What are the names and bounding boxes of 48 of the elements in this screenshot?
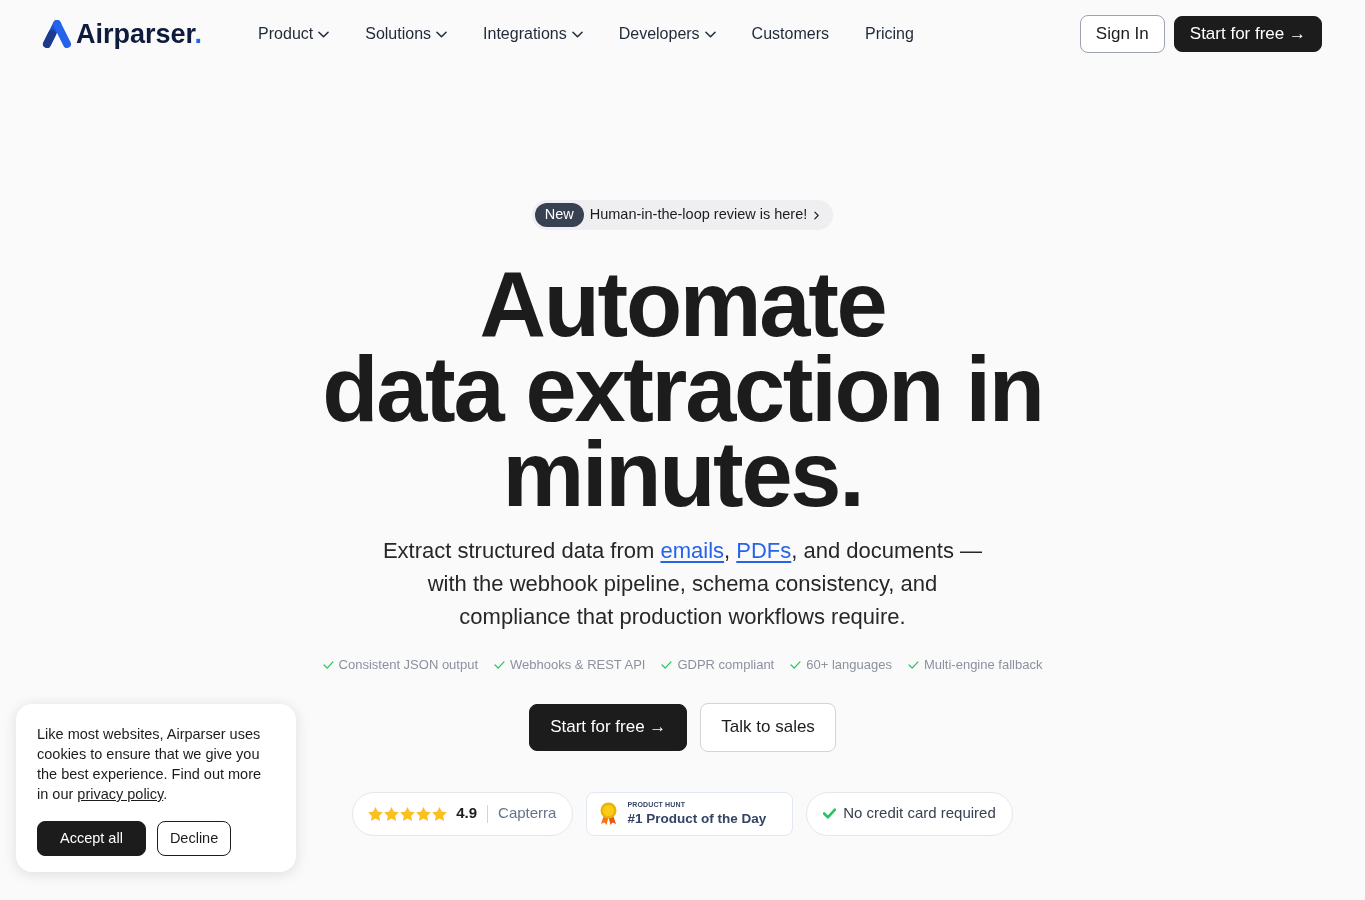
feature-label: 60+ languages (806, 656, 892, 674)
star-icon (432, 806, 448, 821)
accept-button[interactable]: Accept all (37, 821, 146, 856)
star-icon (400, 806, 416, 821)
check-icon (907, 660, 919, 669)
star-icon (384, 806, 400, 821)
logo-icon[interactable] (42, 20, 72, 48)
talk-to-sales-button[interactable]: Talk to sales (700, 702, 836, 752)
hero-headline: Automate data extraction in minutes. (322, 262, 1043, 517)
chevron-down-icon (571, 30, 583, 38)
start-free-button[interactable]: Start for free → (529, 703, 688, 751)
chevron-right-icon (814, 210, 820, 220)
nav-link[interactable]: Pricing (864, 22, 914, 46)
check-icon (661, 660, 673, 669)
text-link[interactable]: emails (660, 538, 725, 563)
sign-in-button[interactable]: Sign In (1079, 15, 1165, 53)
new-badge: New (534, 203, 584, 227)
check-icon (494, 660, 506, 669)
feature-label: Consistent JSON output (338, 656, 479, 674)
badge-text: No credit card required (843, 803, 996, 824)
nav-link[interactable]: Integrations (483, 22, 583, 46)
announcement-link[interactable]: New Human-in-the-loop review is here! (531, 200, 834, 230)
chevron-down-icon (704, 30, 716, 38)
cookie-message: Like most websites, Airparser uses cookies to ensure that we give you the best experience. Find out more in our privacy policy. (37, 725, 263, 804)
rating-badge[interactable]: 4.9 Capterra (352, 791, 574, 836)
feature-label: Webhooks & REST API (510, 656, 646, 674)
chevron-down-icon (436, 30, 448, 38)
text-link[interactable]: PDFs (736, 538, 792, 563)
feature-label: Multi-engine fallback (923, 656, 1043, 674)
check-icon (823, 808, 837, 819)
logo-text[interactable]: Airparser. (76, 20, 203, 48)
decline-button[interactable]: Decline (156, 821, 232, 856)
start-free-button[interactable]: Start for free → (1173, 16, 1322, 52)
nav-link[interactable]: Product (258, 22, 330, 46)
medal-icon (599, 801, 619, 826)
nav-link[interactable]: Customers (751, 22, 829, 46)
hero-subtitle: Extract structured data from emails, PDFs, and documents — with the webhook pipeline, schema consistency, and compliance that production workflows require. (381, 537, 984, 631)
rating-score: 4.9 (456, 803, 478, 824)
star-icon (368, 806, 384, 821)
award-title: #1 Product of the Day (627, 812, 767, 826)
review-site-name: Capterra (498, 803, 557, 824)
check-icon (790, 660, 802, 669)
star-icon (416, 806, 432, 821)
check-icon (322, 660, 334, 669)
nav-link[interactable]: Solutions (365, 22, 448, 46)
chevron-down-icon (318, 30, 330, 38)
feature-label: GDPR compliant (677, 656, 775, 674)
nav-link[interactable]: Developers (618, 22, 716, 46)
